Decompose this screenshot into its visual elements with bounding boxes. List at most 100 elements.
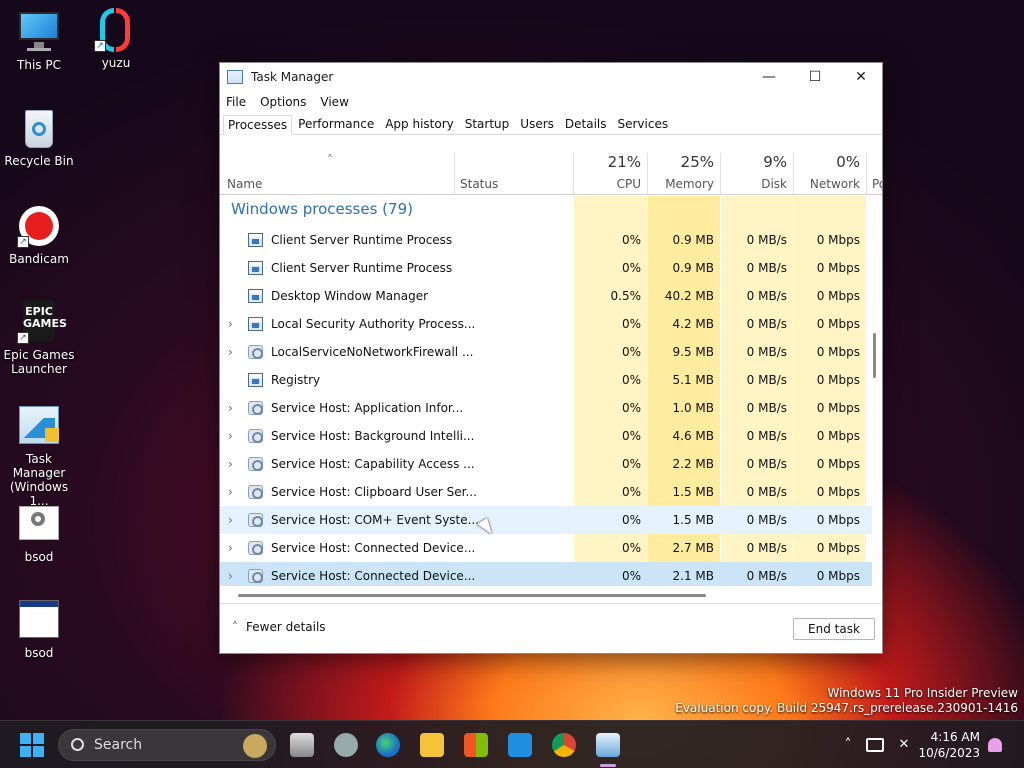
desktop-icon-label: yuzu <box>101 56 131 70</box>
tab-users[interactable]: Users <box>515 114 559 134</box>
chevron-right-icon[interactable]: › <box>228 478 233 506</box>
chrome-icon[interactable] <box>552 733 576 757</box>
vertical-scrollbar[interactable] <box>873 333 876 378</box>
service-gear-icon <box>248 541 263 555</box>
menu-options[interactable]: Options <box>260 95 306 109</box>
chevron-right-icon[interactable]: › <box>228 506 233 534</box>
chevron-right-icon[interactable]: › <box>228 338 233 366</box>
process-network: 0 Mbps <box>816 401 860 415</box>
volume-muted-icon[interactable]: ✕ <box>892 733 916 757</box>
tab-processes[interactable]: Processes <box>223 115 293 135</box>
start-icon[interactable] <box>20 733 44 757</box>
menu-file[interactable]: File <box>226 95 246 109</box>
close-button[interactable]: ✕ <box>838 63 882 91</box>
edge-icon[interactable] <box>376 733 400 757</box>
process-name: Service Host: Clipboard User Ser... <box>271 485 477 499</box>
process-disk: 0 MB/s <box>746 569 787 583</box>
network-icon[interactable] <box>866 738 884 752</box>
service-gear-icon <box>248 485 263 499</box>
tab-services[interactable]: Services <box>613 114 674 134</box>
title-bar[interactable]: Task Manager — ☐ ✕ <box>220 63 882 91</box>
process-row[interactable]: › Service Host: COM+ Event Syste... 0% 1.5 … <box>220 506 872 534</box>
process-window-icon <box>248 317 263 331</box>
task-manager-icon[interactable] <box>596 733 620 757</box>
chevron-right-icon[interactable]: › <box>228 422 233 450</box>
mail-icon[interactable] <box>508 733 532 757</box>
taskbar-search-box[interactable]: Search <box>58 729 276 761</box>
desktop-icon-bsod-2[interactable]: bsod <box>0 598 78 660</box>
column-name-label: Name <box>227 177 263 191</box>
desktop-icon-bsod-1[interactable]: bsod <box>0 502 78 564</box>
chevron-right-icon[interactable]: › <box>228 394 233 422</box>
minimize-button[interactable]: — <box>746 63 792 91</box>
store-icon[interactable] <box>464 733 488 757</box>
notification-bell-icon[interactable] <box>988 738 1002 752</box>
chevron-up-icon[interactable]: ˄ <box>836 733 860 757</box>
tab-performance[interactable]: Performance <box>293 114 379 134</box>
horizontal-scrollbar[interactable] <box>238 594 706 597</box>
tab-app-history[interactable]: App history <box>380 114 459 134</box>
desktop-icon-yuzu[interactable]: ↗ yuzu <box>77 8 155 70</box>
process-row[interactable]: › Service Host: Connected Device... 0% 2.7 … <box>220 534 872 562</box>
process-row[interactable]: Client Server Runtime Process 0% 0.9 MB 0 M… <box>220 254 872 282</box>
process-disk: 0 MB/s <box>746 373 787 387</box>
desktop-icon-this-pc[interactable]: This PC <box>0 10 78 72</box>
process-row[interactable]: › LocalServiceNoNetworkFirewall ... 0% 9.5 … <box>220 338 872 366</box>
menu-view[interactable]: View <box>320 95 348 109</box>
taskbar: Search ˄ ✕ 4:16 AM 10/6/2023 <box>0 720 1024 768</box>
end-task-button[interactable]: End task <box>793 618 875 640</box>
group-header[interactable]: Windows processes (79) <box>231 200 413 218</box>
desktop-icon-task-manager[interactable]: Task Manager (Windows 1... <box>0 404 78 508</box>
desktop-icon-bandicam[interactable]: ↗ Bandicam <box>0 204 78 266</box>
process-memory: 9.5 MB <box>672 345 714 359</box>
column-power[interactable]: Po <box>867 153 882 195</box>
watermark-line-2: Evaluation copy. Build 25947.rs_prerelea… <box>675 701 1018 715</box>
weather-icon[interactable] <box>334 733 358 757</box>
process-cpu: 0% <box>621 261 641 275</box>
process-name: Client Server Runtime Process <box>271 261 453 275</box>
record-icon: ↗ <box>17 204 61 248</box>
process-row[interactable]: › Service Host: Application Infor... 0% 1.0… <box>220 394 872 422</box>
desktop-icon-label: This PC <box>17 58 61 72</box>
process-disk: 0 MB/s <box>746 345 787 359</box>
process-memory: 2.1 MB <box>672 569 714 583</box>
process-cpu: 0% <box>621 345 641 359</box>
shortcut-arrow-icon: ↗ <box>17 332 29 344</box>
task-view-icon[interactable] <box>290 733 314 757</box>
process-row[interactable]: Desktop Window Manager 0.5% 40.2 MB 0 MB/s 0… <box>220 282 872 310</box>
chevron-right-icon[interactable]: › <box>228 562 233 586</box>
process-disk: 0 MB/s <box>746 457 787 471</box>
column-cpu[interactable]: 21% CPU <box>574 153 647 195</box>
process-network: 0 Mbps <box>816 373 860 387</box>
tab-details[interactable]: Details <box>560 114 612 134</box>
search-highlight-icon <box>243 734 267 758</box>
process-name: Desktop Window Manager <box>271 289 429 303</box>
windows-watermark: Windows 11 Pro Insider Preview Evaluatio… <box>675 686 1018 716</box>
column-memory[interactable]: 25% Memory <box>648 153 720 195</box>
process-row[interactable]: › Service Host: Background Intelli... 0% 4.… <box>220 422 872 450</box>
column-status[interactable]: Status <box>455 153 573 195</box>
maximize-button[interactable]: ☐ <box>792 63 838 91</box>
desktop-icon-recycle-bin[interactable]: Recycle Bin <box>0 106 78 168</box>
taskbar-clock[interactable]: 4:16 AM 10/6/2023 <box>918 729 980 761</box>
column-power-label: Po <box>872 177 882 191</box>
chevron-right-icon[interactable]: › <box>228 450 233 478</box>
desktop-icon-epic-games[interactable]: EPIC GAMES ↗ Epic Games Launcher <box>0 300 78 376</box>
column-network[interactable]: 0% Network <box>794 153 866 195</box>
fewer-details-button[interactable]: ˄ Fewer details <box>232 620 326 634</box>
process-row[interactable]: Client Server Runtime Process 0% 0.9 MB 0 M… <box>220 226 872 254</box>
chevron-right-icon[interactable]: › <box>228 534 233 562</box>
file-explorer-icon[interactable] <box>420 733 444 757</box>
column-name[interactable]: ˄ Name <box>220 153 454 195</box>
chevron-right-icon[interactable]: › <box>228 310 233 338</box>
tab-startup[interactable]: Startup <box>460 114 515 134</box>
process-row[interactable]: Registry 0% 5.1 MB 0 MB/s 0 Mbps <box>220 366 872 394</box>
process-row[interactable]: › Service Host: Connected Device... 0% 2.1 … <box>220 562 872 586</box>
column-header: ˄ Name Status 21% CPU 25% Memory 9% Disk… <box>220 153 882 195</box>
process-row[interactable]: › Service Host: Clipboard User Ser... 0% 1.… <box>220 478 872 506</box>
column-disk[interactable]: 9% Disk <box>721 153 793 195</box>
process-network: 0 Mbps <box>816 513 860 527</box>
process-row[interactable]: › Local Security Authority Process... 0% 4.… <box>220 310 872 338</box>
process-row[interactable]: › Service Host: Capability Access ... 0% 2.… <box>220 450 872 478</box>
epic-games-icon: EPIC GAMES ↗ <box>17 300 67 344</box>
